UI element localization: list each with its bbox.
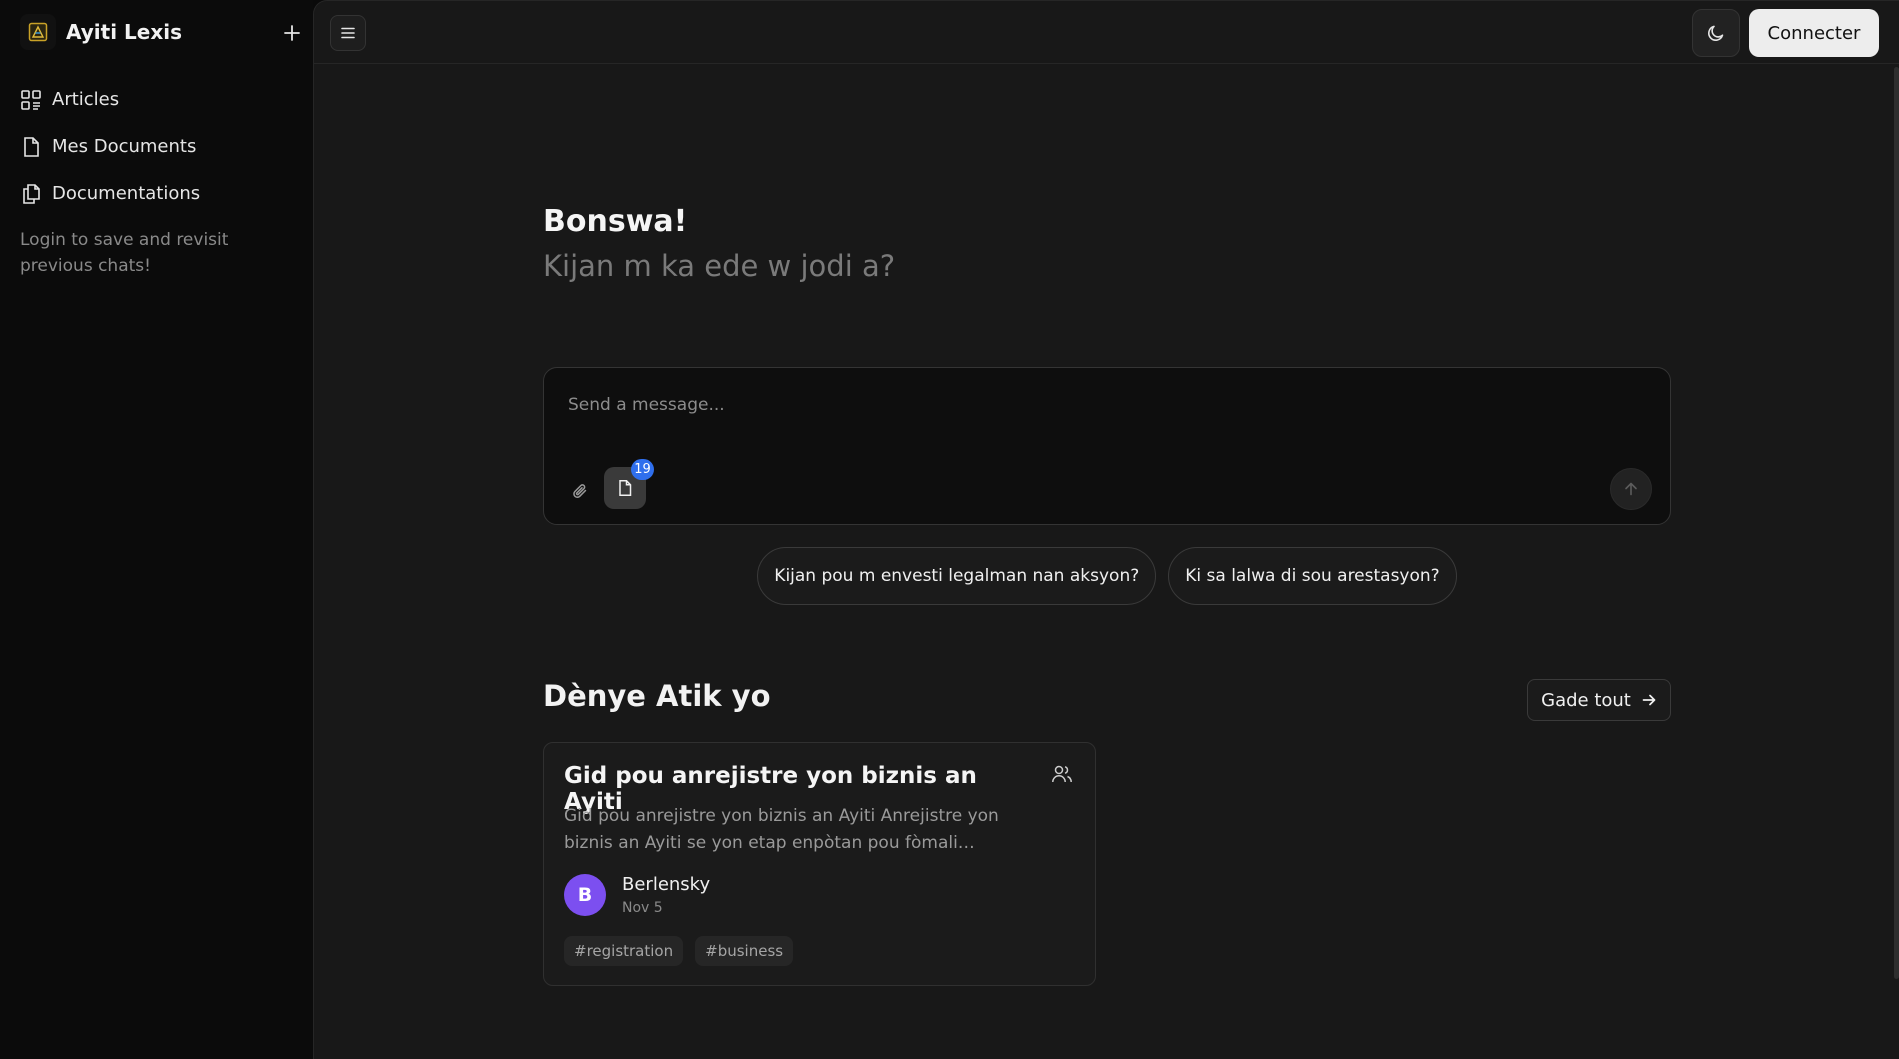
arrow-up-icon	[1625, 482, 1637, 496]
plus-icon	[284, 25, 300, 41]
message-composer: 19	[543, 367, 1671, 525]
greeting-title: Bonswa!	[543, 204, 688, 239]
sidebar-item-articles[interactable]: Articles	[20, 76, 300, 123]
sidebar-item-label: Mes Documents	[52, 136, 197, 157]
see-all-label: Gade tout	[1541, 689, 1631, 711]
message-input[interactable]	[568, 388, 1638, 422]
login-hint: Login to save and revisit previous chats…	[20, 230, 229, 276]
menu-icon	[341, 27, 355, 39]
sidebar-nav: Articles Mes Documents Documentations	[20, 76, 300, 217]
sidebar-item-documentations[interactable]: Documentations	[20, 170, 300, 217]
top-bar: Connecter	[314, 1, 1899, 64]
main-panel: Connecter Bonswa! Kijan m ka ede w jodi …	[313, 0, 1899, 1059]
users-icon	[1052, 765, 1072, 783]
article-date: Nov 5	[622, 900, 663, 916]
brand[interactable]: Ayiti Lexis	[20, 14, 305, 50]
arrow-right-icon	[1642, 694, 1656, 706]
documentations-icon	[23, 183, 40, 204]
login-button[interactable]: Connecter	[1749, 9, 1879, 57]
app-name: Ayiti Lexis	[66, 20, 183, 44]
logo-icon	[20, 14, 56, 50]
see-all-button[interactable]: Gade tout	[1527, 679, 1671, 721]
document-icon	[24, 136, 39, 157]
sidebar-item-label: Articles	[52, 89, 120, 110]
author-avatar: B	[564, 874, 606, 916]
send-button[interactable]	[1610, 468, 1652, 510]
tag[interactable]: #registration	[564, 936, 684, 966]
sidebar-item-mes-documents[interactable]: Mes Documents	[20, 123, 300, 170]
attach-button[interactable]	[568, 479, 592, 503]
article-tags: #registration #business	[564, 936, 794, 966]
suggestion-chip[interactable]: Ki sa lalwa di sou arestasyon?	[1168, 547, 1457, 605]
document-icon	[619, 480, 632, 496]
greeting: Bonswa! Kijan m ka ede w jodi a?	[543, 204, 895, 283]
tag[interactable]: #business	[695, 936, 794, 966]
recent-articles-title: Dènye Atik yo	[543, 679, 771, 713]
sidebar-item-label: Documentations	[52, 183, 201, 204]
article-excerpt: Gid pou anrejistre yon biznis an Ayiti A…	[564, 806, 999, 853]
scrollbar[interactable]	[1894, 67, 1899, 979]
sidebar: Ayiti Lexis Articles Mes Documents Docum…	[0, 0, 313, 1059]
moon-icon	[1708, 25, 1724, 41]
suggestions: Kijan pou m envesti legalman nan aksyon?…	[543, 547, 1671, 605]
toggle-sidebar-button[interactable]	[330, 15, 366, 51]
documents-count-badge: 19	[631, 459, 654, 480]
theme-toggle-button[interactable]	[1692, 9, 1740, 57]
suggestion-chip[interactable]: Kijan pou m envesti legalman nan aksyon?	[757, 547, 1157, 605]
articles-icon	[21, 89, 41, 110]
paperclip-icon	[573, 484, 587, 498]
new-chat-button[interactable]	[279, 20, 305, 46]
author-name: Berlensky	[622, 874, 711, 895]
greeting-subtitle: Kijan m ka ede w jodi a?	[543, 249, 896, 283]
article-card[interactable]: Gid pou anrejistre yon biznis an Ayiti G…	[543, 742, 1096, 986]
